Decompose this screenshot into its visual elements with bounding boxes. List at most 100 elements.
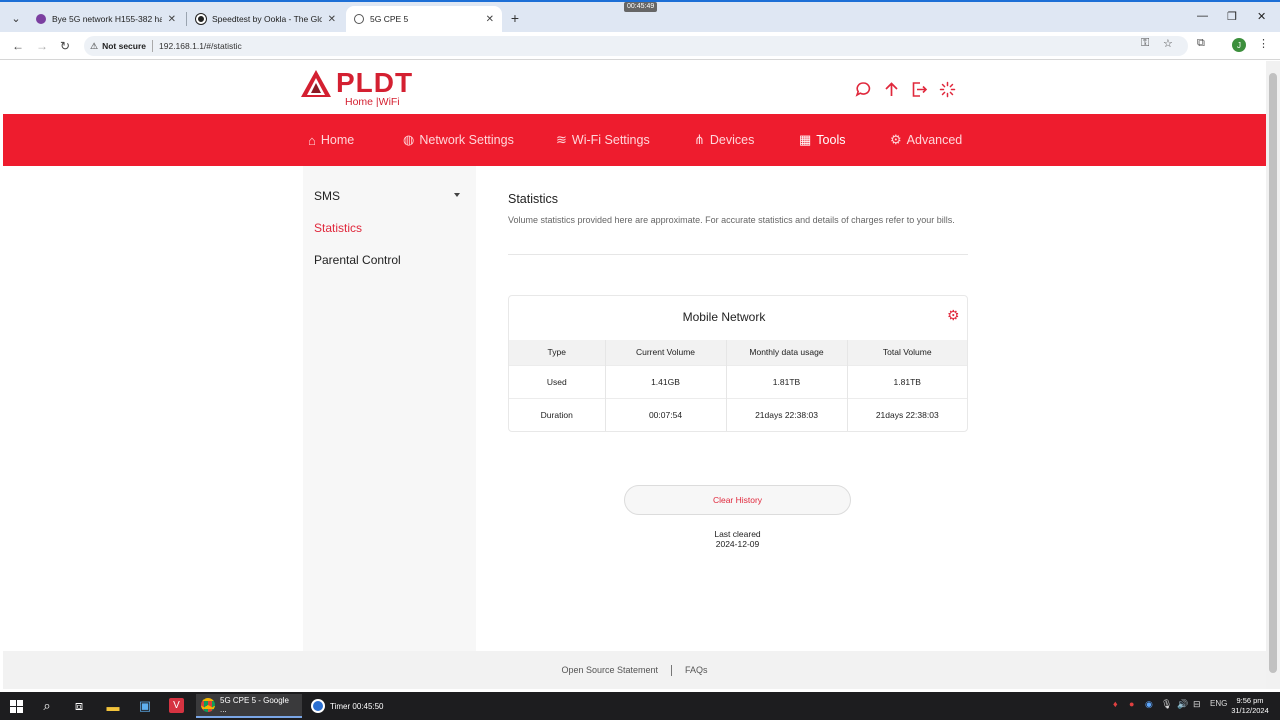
clock-icon xyxy=(311,699,325,713)
forward-arrow-icon[interactable]: → xyxy=(36,39,48,53)
bookmark-star-icon[interactable]: ☆ xyxy=(1163,37,1173,50)
column-header: Monthly data usage xyxy=(726,340,848,365)
network-icon[interactable]: ⊟ xyxy=(1193,699,1201,710)
globe-icon xyxy=(354,14,364,24)
tools-icon: ▦ xyxy=(799,132,812,147)
tray-record-icon[interactable]: ● xyxy=(1129,699,1134,709)
app-v-icon[interactable]: V xyxy=(169,698,184,713)
key-icon[interactable]: ⚿ xyxy=(1141,37,1149,50)
brand-name: PLDT xyxy=(336,67,414,98)
brand-subtitle: Home |WiFi xyxy=(345,96,400,108)
url-text[interactable]: 192.168.1.1/#/statistic xyxy=(159,41,242,51)
tools-sidebar: SMS Statistics Parental Control xyxy=(303,166,476,651)
tab-title: 5G CPE 5 xyxy=(370,14,409,24)
task-view-icon[interactable]: ⧈ xyxy=(70,697,88,715)
minimize-icon[interactable]: — xyxy=(1197,10,1208,22)
sidebar-item-sms[interactable]: SMS xyxy=(314,189,340,203)
caret-down-icon[interactable] xyxy=(454,193,460,197)
close-tab-icon[interactable]: ✕ xyxy=(486,14,494,25)
table-cell: 1.41GB xyxy=(605,364,727,398)
browser-tab[interactable]: Speedtest by Ookla - The Global ✕ xyxy=(188,6,344,32)
close-tab-icon[interactable]: ✕ xyxy=(168,14,176,25)
nav-label: Devices xyxy=(709,133,755,147)
url-omnibox[interactable]: ⚠ Not secure 192.168.1.1/#/statistic xyxy=(84,36,1188,56)
profile-avatar[interactable]: J xyxy=(1232,38,1246,52)
devices-icon: ⋔ xyxy=(694,132,705,147)
last-cleared-label: Last cleared xyxy=(714,529,761,539)
footer-divider xyxy=(671,664,673,676)
divider xyxy=(508,254,968,255)
store-icon[interactable]: ▣ xyxy=(136,697,154,715)
sidebar-item-statistics[interactable]: Statistics xyxy=(314,221,362,235)
browser-tab[interactable]: Bye 5G network H155-382 hahaha ✕ xyxy=(28,6,184,32)
volume-icon[interactable]: 🔊 xyxy=(1177,699,1188,710)
windows-start-icon[interactable] xyxy=(7,697,25,715)
search-icon[interactable]: ⌕ xyxy=(38,697,56,715)
table-cell: 21days 22:38:03 xyxy=(847,397,967,431)
loading-spinner-icon[interactable] xyxy=(937,79,957,99)
input-language[interactable]: ENG xyxy=(1210,699,1227,708)
nav-tools[interactable]: ▦ Tools xyxy=(799,114,845,166)
close-tab-icon[interactable]: ✕ xyxy=(328,14,336,25)
pldt-mark-icon xyxy=(301,70,331,97)
back-arrow-icon[interactable]: ← xyxy=(12,39,24,53)
nav-home[interactable]: ⌂ Home xyxy=(308,114,354,166)
upload-arrow-icon[interactable] xyxy=(881,79,901,99)
nav-label: Tools xyxy=(816,133,846,147)
nav-wifi-settings[interactable]: ≋ Wi-Fi Settings xyxy=(556,114,650,166)
table-cell: Duration xyxy=(509,397,606,431)
tab-title: Bye 5G network H155-382 hahaha xyxy=(52,14,162,24)
close-window-icon[interactable]: ✕ xyxy=(1257,10,1266,23)
logout-icon[interactable] xyxy=(909,79,929,99)
tab-search-icon[interactable]: ⌄ xyxy=(6,8,26,28)
home-icon: ⌂ xyxy=(308,132,316,148)
page-footer: Open Source Statement FAQs xyxy=(3,651,1266,689)
new-tab-plus-icon[interactable]: + xyxy=(505,8,525,28)
taskbar-chrome-app[interactable]: 5G CPE 5 - Google ... xyxy=(196,694,302,718)
tab-favicon-icon xyxy=(196,14,206,24)
clear-history-button[interactable]: Clear History xyxy=(624,485,851,515)
nav-label: Home xyxy=(320,133,355,147)
system-clock[interactable]: 9:56 pm 31/12/2024 xyxy=(1228,696,1272,716)
nav-advanced[interactable]: ⚙ Advanced xyxy=(890,114,962,166)
table-cell: 1.81TB xyxy=(847,364,967,398)
browser-tab-bar: ⌄ Bye 5G network H155-382 hahaha ✕ Speed… xyxy=(0,0,1280,32)
nav-label: Network Settings xyxy=(419,133,514,147)
tab-title: Speedtest by Ookla - The Global xyxy=(212,14,322,24)
page-title: Statistics xyxy=(508,192,559,206)
browser-tab-active[interactable]: 5G CPE 5 ✕ xyxy=(346,6,502,32)
table-row: Used 1.41GB 1.81TB 1.81TB xyxy=(509,364,967,398)
page-scrollbar[interactable] xyxy=(1266,61,1280,689)
card-title: Mobile Network xyxy=(682,310,766,324)
restore-icon[interactable]: ❐ xyxy=(1227,10,1237,23)
microphone-icon[interactable]: 🎙 xyxy=(1161,699,1172,710)
table-row: Duration 00:07:54 21days 22:38:03 21days… xyxy=(509,397,967,431)
tab-favicon-icon xyxy=(36,14,46,24)
pldt-logo[interactable]: PLDT Home |WiFi xyxy=(300,67,440,109)
taskbar-timer-app[interactable]: Timer 00:45:50 xyxy=(306,694,400,718)
wifi-icon: ≋ xyxy=(556,132,567,147)
reload-icon[interactable]: ↻ xyxy=(60,39,70,53)
file-explorer-icon[interactable]: ▬ xyxy=(104,697,122,715)
table-cell: 1.81TB xyxy=(726,364,848,398)
last-cleared-info: Last cleared 2024-12-09 xyxy=(624,529,851,549)
menu-kebab-icon[interactable]: ⋮ xyxy=(1258,37,1269,50)
scrollbar-thumb[interactable] xyxy=(1269,73,1277,673)
extensions-puzzle-icon[interactable]: ⧉ xyxy=(1197,37,1205,50)
tray-shield-icon[interactable]: ◉ xyxy=(1145,699,1153,710)
message-bubble-icon[interactable] xyxy=(853,79,873,99)
nav-devices[interactable]: ⋔ Devices xyxy=(694,114,754,166)
nav-network-settings[interactable]: ◍ Network Settings xyxy=(403,114,514,166)
column-header: Type xyxy=(509,340,606,365)
sidebar-item-parental-control[interactable]: Parental Control xyxy=(314,253,401,267)
warning-triangle-icon[interactable]: ⚠ xyxy=(90,41,98,52)
faqs-link[interactable]: FAQs xyxy=(685,665,708,675)
table-cell: 21days 22:38:03 xyxy=(726,397,848,431)
gear-settings-icon[interactable]: ⚙ xyxy=(947,307,960,324)
router-web-page: PLDT Home |WiFi ⌂ Home ◍ Network Setting… xyxy=(3,61,1266,689)
security-label[interactable]: Not secure xyxy=(102,41,146,51)
omnibox-divider xyxy=(152,40,154,52)
tray-app-icon[interactable]: ♦ xyxy=(1113,699,1118,709)
tab-separator xyxy=(186,12,187,26)
open-source-statement-link[interactable]: Open Source Statement xyxy=(561,665,658,675)
